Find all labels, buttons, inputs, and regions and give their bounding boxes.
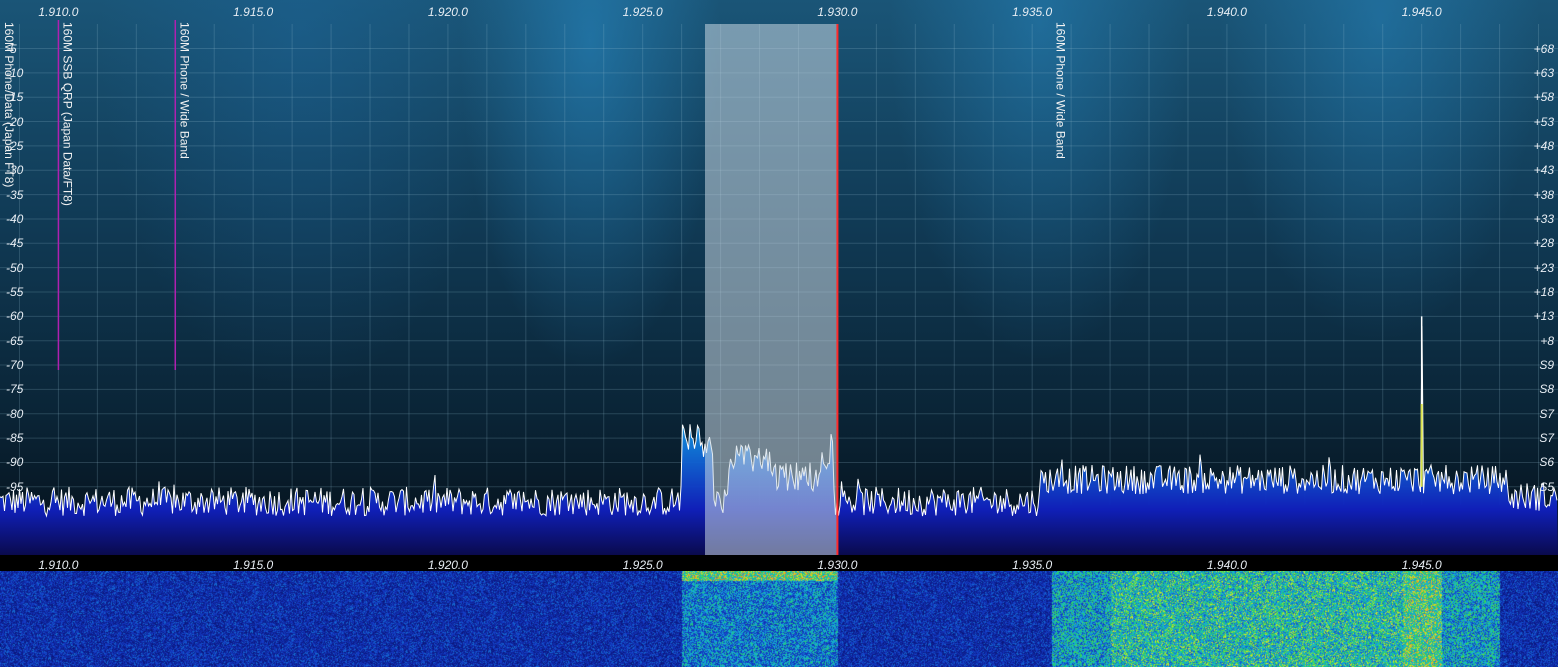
s-meter-tick-label: +68 [1533, 41, 1554, 56]
s-meter-tick-label: +43 [1533, 163, 1554, 178]
s-meter-tick-label: S8 [1539, 382, 1554, 397]
band-plan-label: 160M SSB QRP (Japan Data/FT8) [60, 22, 75, 206]
db-tick-label: -45 [6, 236, 24, 251]
panadapter[interactable]: 1.910.0 1.915.0 1.920.0 1.925.0 1.930.0 1.935… [0, 0, 1558, 555]
frequency-tick-label: 1.920.0 [427, 5, 468, 19]
s-meter-tick-label: +58 [1533, 90, 1554, 105]
s-meter-tick-label: S7 [1539, 406, 1554, 421]
s-meter-tick-label: +23 [1533, 260, 1554, 275]
frequency-tick-label: 1.945.0 [1401, 5, 1442, 19]
s-meter-tick-label: S9 [1539, 358, 1554, 373]
s-meter-tick-label: S6 [1539, 455, 1554, 470]
waterfall-frequency-tick-label: 1.915.0 [233, 558, 274, 572]
frequency-tick-label: 1.930.0 [817, 5, 858, 19]
s-meter-tick-label: +28 [1533, 236, 1554, 251]
db-tick-label: -40 [6, 211, 24, 226]
db-tick-label: -95 [6, 479, 24, 494]
s-meter-tick-label: +38 [1533, 187, 1554, 202]
db-tick-label: -90 [6, 455, 24, 470]
db-tick-label: -85 [6, 431, 24, 446]
waterfall-frequency-tick-label: 1.925.0 [622, 558, 663, 572]
waterfall-frequency-tick-label: 1.930.0 [817, 558, 858, 572]
s-meter-tick-label: +33 [1533, 211, 1554, 226]
db-tick-label: -35 [6, 187, 24, 202]
s-meter-tick-label: +63 [1533, 65, 1554, 80]
waterfall-frequency-tick-label: 1.910.0 [38, 558, 79, 572]
waterfall-frequency-tick-label: 1.940.0 [1206, 558, 1247, 572]
waterfall-frequency-tick-label: 1.945.0 [1401, 558, 1442, 572]
s-meter-tick-label: +18 [1533, 285, 1554, 299]
waterfall-frequency-scale: 1.910.0 1.915.0 1.920.0 1.925.0 1.930.0 1.935… [0, 555, 1558, 572]
db-tick-label: -55 [6, 285, 24, 299]
receive-filter-passband[interactable] [704, 24, 838, 555]
s-meter-tick-label: S5 [1539, 479, 1554, 494]
db-tick-label: -65 [6, 333, 24, 348]
band-plan-label: 160M Phone / Wide Band [1053, 22, 1068, 159]
s-meter-tick-label: S7 [1539, 431, 1554, 446]
waterfall-frequency-tick-label: 1.935.0 [1012, 558, 1053, 572]
waterfall-frequency-tick-label: 1.920.0 [427, 558, 468, 572]
db-tick-label: -50 [6, 260, 24, 275]
s-meter-tick-label: +53 [1533, 114, 1554, 129]
band-plan-label: 160M Phone/Data (Japan FT8) [2, 22, 16, 188]
db-tick-label: -75 [6, 382, 24, 397]
s-meter-tick-label: +13 [1533, 309, 1554, 324]
s-meter-tick-label: +48 [1533, 138, 1554, 153]
db-tick-label: -60 [6, 309, 24, 324]
band-plan-label: 160M Phone / Wide Band [177, 22, 192, 159]
frequency-tick-label: 1.925.0 [622, 5, 663, 19]
frequency-tick-label: 1.915.0 [233, 5, 274, 19]
db-tick-label: -70 [6, 358, 24, 373]
s-meter-tick-label: +8 [1540, 333, 1554, 348]
waterfall-display[interactable] [0, 571, 1558, 667]
frequency-tick-label: 1.935.0 [1012, 5, 1053, 19]
spectrum-display[interactable] [0, 0, 1558, 555]
frequency-tick-label: 1.910.0 [38, 5, 79, 19]
db-tick-label: -80 [6, 406, 24, 421]
frequency-tick-label: 1.940.0 [1206, 5, 1247, 19]
